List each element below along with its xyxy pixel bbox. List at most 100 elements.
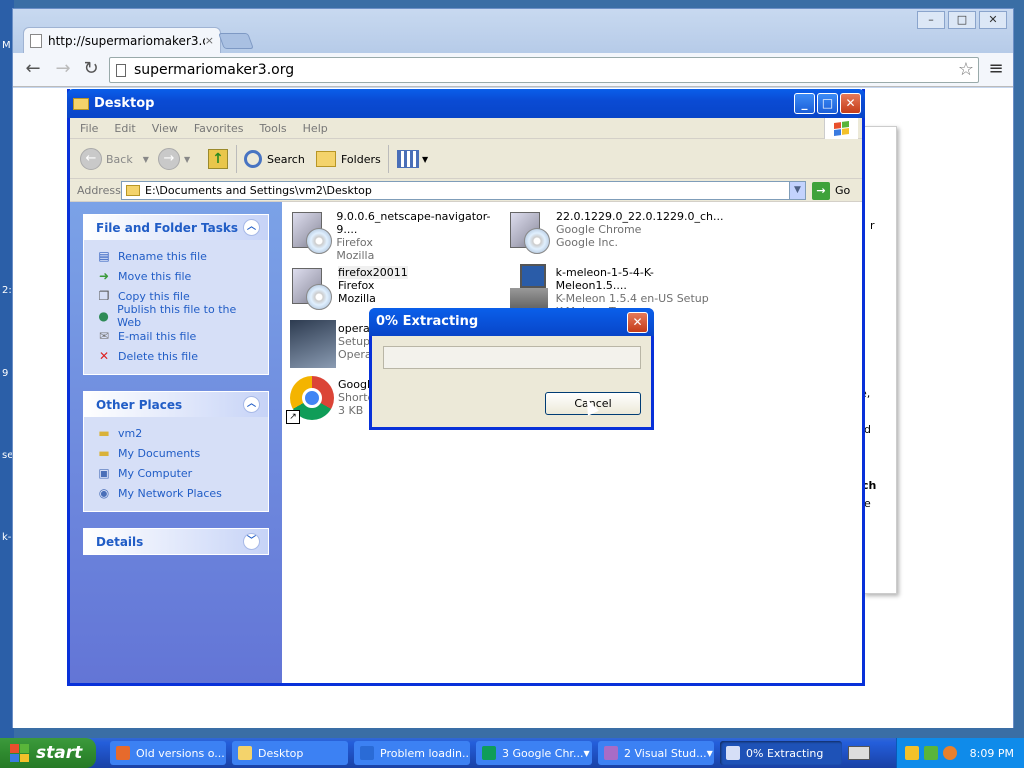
folders-label: Folders xyxy=(341,152,381,166)
back-arrow-icon[interactable]: ← xyxy=(21,59,45,81)
go-button[interactable]: → Go xyxy=(812,181,850,200)
file-item[interactable]: 22.0.1229.0_22.0.1229.0_ch... Google Chro… xyxy=(504,206,724,262)
details-panel: Details ﹀ xyxy=(83,528,269,555)
restore-button[interactable]: □ xyxy=(948,11,976,29)
place-network-places[interactable]: ◉ My Network Places xyxy=(96,483,256,503)
taskbar-label: Desktop xyxy=(258,746,304,760)
taskbar-button-active[interactable]: 0% Extracting xyxy=(720,741,842,765)
opera-setup-icon xyxy=(286,318,336,368)
tab-close-icon[interactable]: × xyxy=(205,34,214,47)
chrome-menu-icon[interactable]: ≡ xyxy=(985,59,1007,81)
taskbar-button-group[interactable]: 2 Visual Stud... ▼ xyxy=(598,741,714,765)
panel-title: File and Folder Tasks xyxy=(96,220,239,235)
netscape-icon xyxy=(360,746,374,760)
panel-title: Details xyxy=(96,534,144,549)
explorer-menubar: File Edit View Favorites Tools Help xyxy=(70,118,862,139)
file-desc: Firefox xyxy=(336,236,373,249)
file-name: 9.0.0.6_netscape-navigator-9.... xyxy=(336,210,491,236)
menu-help[interactable]: Help xyxy=(303,122,328,135)
taskbar-button-group[interactable]: 3 Google Chr... ▼ xyxy=(476,741,592,765)
desktop-icon-label: k- xyxy=(2,532,12,543)
start-button[interactable]: start xyxy=(0,738,96,768)
task-label: Publish this file to the Web xyxy=(117,303,237,329)
task-label: E-mail this file xyxy=(118,329,197,343)
task-move-file[interactable]: ➜ Move this file xyxy=(96,266,256,286)
maximize-button[interactable]: □ xyxy=(817,93,838,114)
forward-arrow-icon: → xyxy=(158,148,180,170)
desktop-icon-label: 9 xyxy=(2,368,9,379)
clock[interactable]: 8:09 PM xyxy=(970,747,1014,760)
address-input[interactable]: E:\Documents and Settings\vm2\Desktop ▼ xyxy=(121,181,806,200)
file-company: Mozilla xyxy=(336,249,375,262)
folders-button[interactable]: Folders xyxy=(316,147,381,171)
dialog-close-button[interactable]: ✕ xyxy=(627,312,648,333)
views-button[interactable]: ▼ xyxy=(397,147,428,171)
minimize-button[interactable]: _ xyxy=(794,93,815,114)
other-places-header[interactable]: Other Places ︿ xyxy=(84,392,268,417)
place-my-documents[interactable]: ▬ My Documents xyxy=(96,443,256,463)
collapse-icon[interactable]: ︿ xyxy=(243,396,260,413)
folder-icon: ▬ xyxy=(98,426,110,440)
explorer-titlebar[interactable]: Desktop _ □ ✕ xyxy=(67,89,865,118)
expand-icon[interactable]: ﹀ xyxy=(243,533,260,550)
security-shield-icon[interactable] xyxy=(904,746,919,760)
folder-icon xyxy=(73,97,89,110)
forward-dropdown-icon[interactable]: ▼ xyxy=(184,155,190,164)
forward-arrow-icon[interactable]: → xyxy=(51,59,75,81)
go-arrow-icon: → xyxy=(812,181,830,200)
menu-file[interactable]: File xyxy=(80,122,98,135)
search-icon xyxy=(244,150,262,168)
task-email-file[interactable]: ✉ E-mail this file xyxy=(96,326,256,346)
globe-icon: ● xyxy=(98,309,109,323)
taskbar-button[interactable]: Desktop xyxy=(232,741,348,765)
bookmark-star-icon[interactable]: ☆ xyxy=(958,59,974,80)
file-desc: K-Meleon 1.5.4 en-US Setup xyxy=(555,292,709,305)
task-publish-web[interactable]: ● Publish this file to the Web xyxy=(96,303,256,329)
search-icon[interactable] xyxy=(942,746,957,760)
chrome-tab[interactable]: http://supermariomaker3.org × xyxy=(23,27,221,53)
explorer-toolbar: ← Back ▼ → ▼ ↑ Search Folders ▼ xyxy=(70,139,862,179)
close-button[interactable]: ✕ xyxy=(840,93,861,114)
close-button[interactable]: ✕ xyxy=(979,11,1007,29)
file-folder-tasks-header[interactable]: File and Folder Tasks ︿ xyxy=(84,215,268,240)
task-delete-file[interactable]: ✕ Delete this file xyxy=(96,346,256,366)
file-item[interactable]: 9.0.0.6_netscape-navigator-9.... Firefox M… xyxy=(286,206,506,262)
menu-tools[interactable]: Tools xyxy=(260,122,287,135)
folder-icon xyxy=(238,746,252,760)
folder-icon xyxy=(126,185,140,196)
reload-icon[interactable]: ↻ xyxy=(79,59,103,81)
task-rename-file[interactable]: ▤ Rename this file xyxy=(96,246,256,266)
extract-dialog-icon xyxy=(726,746,740,760)
search-button[interactable]: Search xyxy=(244,147,305,171)
details-header[interactable]: Details ﹀ xyxy=(84,529,268,554)
chevron-down-icon[interactable]: ▼ xyxy=(789,182,805,199)
address-bar: Address E:\Documents and Settings\vm2\De… xyxy=(70,179,862,202)
minimize-button[interactable]: – xyxy=(917,11,945,29)
windows-flag-icon xyxy=(10,744,30,762)
back-dropdown-icon[interactable]: ▼ xyxy=(143,155,149,164)
taskbar-button[interactable]: Old versions o... xyxy=(110,741,226,765)
collapse-icon[interactable]: ︿ xyxy=(243,219,260,236)
forward-button[interactable]: → ▼ xyxy=(158,147,190,171)
explorer-title: Desktop xyxy=(94,96,155,111)
place-my-computer[interactable]: ▣ My Computer xyxy=(96,463,256,483)
task-pane: File and Folder Tasks ︿ ▤ Rename this fil… xyxy=(70,202,282,683)
place-vm2[interactable]: ▬ vm2 xyxy=(96,423,256,443)
chrome-icon xyxy=(482,746,496,760)
menu-view[interactable]: View xyxy=(152,122,178,135)
omnibox[interactable]: supermariomaker3.org ☆ xyxy=(109,57,979,83)
network-icon[interactable] xyxy=(923,746,938,760)
panel-title: Other Places xyxy=(96,397,183,412)
back-button[interactable]: ← Back ▼ xyxy=(80,147,149,171)
taskbar-label: 0% Extracting xyxy=(746,746,824,760)
start-label: start xyxy=(36,743,83,763)
other-places-panel: Other Places ︿ ▬ vm2 ▬ My Documents ▣ My Co… xyxy=(83,391,269,512)
up-folder-button[interactable]: ↑ xyxy=(208,147,228,171)
keyboard-icon[interactable] xyxy=(848,746,870,760)
taskbar-button[interactable]: Problem loadin... xyxy=(354,741,470,765)
menu-edit[interactable]: Edit xyxy=(114,122,135,135)
dialog-title[interactable]: 0% Extracting xyxy=(369,308,654,336)
network-icon: ◉ xyxy=(98,486,110,500)
new-tab-button[interactable] xyxy=(218,33,254,49)
menu-favorites[interactable]: Favorites xyxy=(194,122,244,135)
